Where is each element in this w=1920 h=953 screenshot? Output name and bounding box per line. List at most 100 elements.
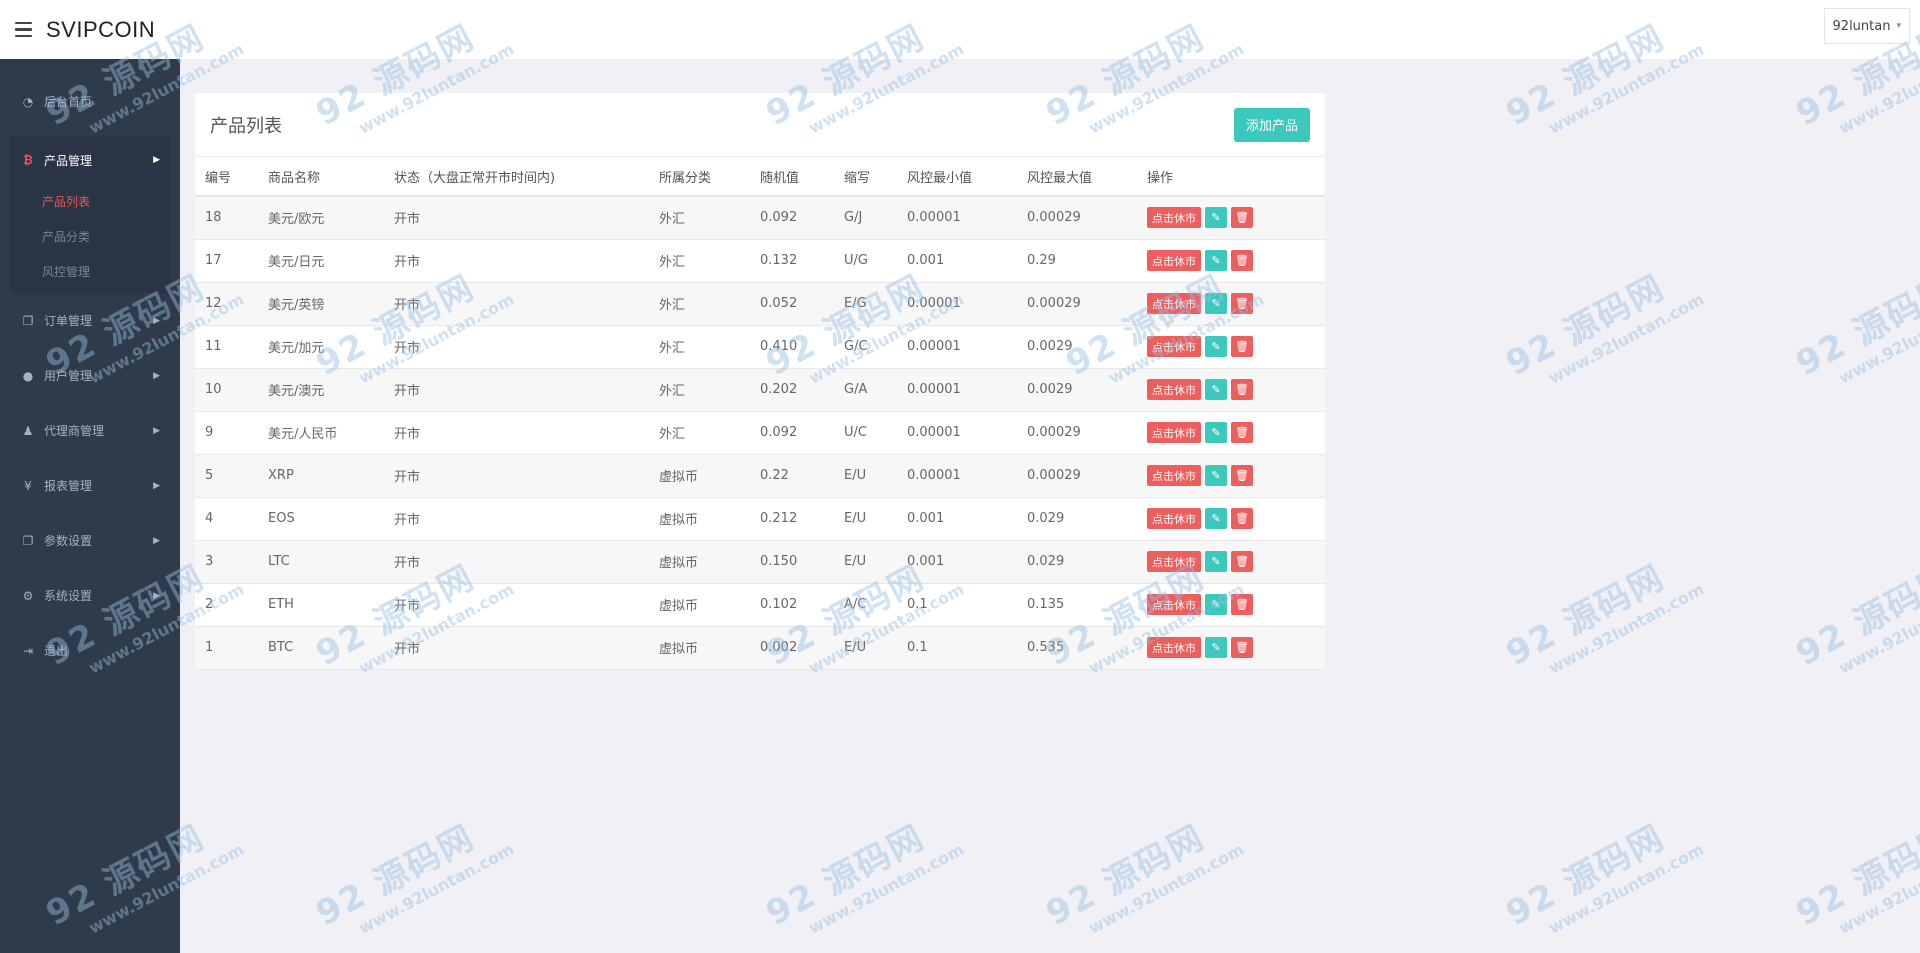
close-market-button[interactable]: 点击休市 xyxy=(1147,207,1201,229)
close-market-button[interactable]: 点击休市 xyxy=(1147,551,1201,572)
column-header: 状态（大盘正常开市时间内) xyxy=(384,157,649,197)
sidebar-item-label: 用户管理 xyxy=(44,369,93,383)
watermark: 92 源码网 www.92luntan.com xyxy=(1786,536,1920,691)
watermark-text: 92 源码网 xyxy=(1789,267,1920,385)
cell-status: 开市 xyxy=(384,325,649,369)
sidebar-item-reports[interactable]: ¥ 报表管理 ▶ xyxy=(0,458,180,513)
delete-button[interactable]: 🗑 xyxy=(1231,508,1253,529)
delete-button[interactable]: 🗑 xyxy=(1231,250,1253,271)
table-row: 1 BTC 开市 虚拟币 0.002 E/U 0.1 0.535 点击休市 ✎ 🗑 xyxy=(195,626,1325,670)
pencil-icon: ✎ xyxy=(1211,427,1221,439)
pencil-icon: ✎ xyxy=(1211,212,1221,225)
sidebar-item-dashboard[interactable]: ◔ 后台首页 xyxy=(0,74,180,129)
delete-button[interactable]: 🗑 xyxy=(1231,465,1253,486)
sidebar-item-system[interactable]: ⚙ 系统设置 ▶ xyxy=(0,568,180,623)
close-market-button[interactable]: 点击休市 xyxy=(1147,422,1201,443)
cell-max: 0.0029 xyxy=(1017,368,1137,412)
edit-button[interactable]: ✎ xyxy=(1205,207,1227,229)
table-row: 17 美元/日元 开市 外汇 0.132 U/G 0.001 0.29 点击休市 ✎ 🗑 xyxy=(195,239,1325,283)
cell-id: 4 xyxy=(195,497,258,541)
sidebar-subitem-product-list[interactable]: 产品列表 xyxy=(10,184,170,219)
edit-button[interactable]: ✎ xyxy=(1205,250,1227,271)
cell-id: 5 xyxy=(195,454,258,498)
table-header-row: 编号 商品名称 状态（大盘正常开市时间内) 所属分类 随机值 缩写 风控最小值 … xyxy=(195,157,1325,197)
cell-random: 0.212 xyxy=(750,497,834,541)
delete-button[interactable]: 🗑 xyxy=(1231,379,1253,400)
yen-icon: ¥ xyxy=(24,478,32,493)
close-market-button[interactable]: 点击休市 xyxy=(1147,336,1201,357)
dashboard-icon: ◔ xyxy=(22,94,34,109)
sidebar-subitem-risk-control[interactable]: 风控管理 xyxy=(10,254,170,289)
watermark-text: 92 源码网 xyxy=(1499,817,1672,935)
edit-button[interactable]: ✎ xyxy=(1205,422,1227,443)
sidebar-item-label: 系统设置 xyxy=(44,589,93,603)
cell-max: 0.535 xyxy=(1017,626,1137,670)
cell-name: ETH xyxy=(258,583,384,627)
close-market-button[interactable]: 点击休市 xyxy=(1147,293,1201,314)
cell-abbr: A/C xyxy=(834,583,897,627)
sidebar-item-orders[interactable]: ❐ 订单管理 ▶ xyxy=(0,293,180,348)
sidebar-item-logout[interactable]: ⇥ 退出 xyxy=(0,623,180,678)
cell-category: 外汇 xyxy=(649,282,750,326)
close-market-button[interactable]: 点击休市 xyxy=(1147,637,1201,658)
add-product-button[interactable]: 添加产品 xyxy=(1233,107,1310,142)
edit-button[interactable]: ✎ xyxy=(1205,336,1227,357)
cell-max: 0.00029 xyxy=(1017,411,1137,455)
sidebar-item-agents[interactable]: ♟ 代理商管理 ▶ xyxy=(0,403,180,458)
user-icon: ● xyxy=(22,368,34,383)
delete-button[interactable]: 🗑 xyxy=(1231,207,1253,229)
chevron-right-icon: ▶ xyxy=(153,425,160,436)
edit-button[interactable]: ✎ xyxy=(1205,465,1227,486)
cell-category: 虚拟币 xyxy=(649,497,750,541)
sign-out-icon: ⇥ xyxy=(22,643,34,658)
product-table: 编号 商品名称 状态（大盘正常开市时间内) 所属分类 随机值 缩写 风控最小值 … xyxy=(195,157,1325,670)
cell-id: 17 xyxy=(195,239,258,283)
delete-button[interactable]: 🗑 xyxy=(1231,293,1253,314)
sidebar-item-params[interactable]: ❐ 参数设置 ▶ xyxy=(0,513,180,568)
cell-id: 9 xyxy=(195,411,258,455)
watermark-url: www.92luntan.com xyxy=(805,839,968,938)
edit-button[interactable]: ✎ xyxy=(1205,379,1227,400)
cell-category: 虚拟币 xyxy=(649,583,750,627)
close-market-button[interactable]: 点击休市 xyxy=(1147,465,1201,486)
table-row: 2 ETH 开市 虚拟币 0.102 A/C 0.1 0.135 点击休市 ✎ 🗑 xyxy=(195,583,1325,627)
chevron-right-icon: ▶ xyxy=(153,315,160,326)
cell-min: 0.00001 xyxy=(897,454,1017,498)
menu-toggle-button[interactable] xyxy=(0,0,46,59)
trash-icon: 🗑 xyxy=(1235,556,1249,568)
delete-button[interactable]: 🗑 xyxy=(1231,551,1253,572)
sidebar-item-products[interactable]: ₿ 产品管理 ▶ xyxy=(10,136,170,184)
cell-random: 0.22 xyxy=(750,454,834,498)
trash-icon: 🗑 xyxy=(1235,470,1249,482)
edit-button[interactable]: ✎ xyxy=(1205,293,1227,314)
edit-button[interactable]: ✎ xyxy=(1205,637,1227,658)
delete-button[interactable]: 🗑 xyxy=(1231,594,1253,615)
sidebar-group-products: ₿ 产品管理 ▶ 产品列表 产品分类 风控管理 xyxy=(10,136,170,293)
delete-button[interactable]: 🗑 xyxy=(1231,637,1253,658)
cell-max: 0.00029 xyxy=(1017,282,1137,326)
edit-button[interactable]: ✎ xyxy=(1205,551,1227,572)
cell-random: 0.150 xyxy=(750,540,834,584)
close-market-button[interactable]: 点击休市 xyxy=(1147,379,1201,400)
edit-button[interactable]: ✎ xyxy=(1205,508,1227,529)
cell-actions: 点击休市 ✎ 🗑 xyxy=(1137,325,1325,369)
close-market-button[interactable]: 点击休市 xyxy=(1147,508,1201,529)
cell-max: 0.29 xyxy=(1017,239,1137,283)
column-header: 操作 xyxy=(1137,157,1325,197)
cell-id: 1 xyxy=(195,626,258,670)
close-market-button[interactable]: 点击休市 xyxy=(1147,250,1201,271)
sidebar-subitem-product-category[interactable]: 产品分类 xyxy=(10,219,170,254)
top-header: SVIPCOIN 92luntan ▾ xyxy=(0,0,1920,59)
delete-button[interactable]: 🗑 xyxy=(1231,336,1253,357)
delete-button[interactable]: 🗑 xyxy=(1231,422,1253,443)
cell-actions: 点击休市 ✎ 🗑 xyxy=(1137,497,1325,541)
watermark: 92 源码网 www.92luntan.com xyxy=(756,796,967,951)
edit-button[interactable]: ✎ xyxy=(1205,594,1227,615)
user-dropdown[interactable]: 92luntan ▾ xyxy=(1823,8,1910,44)
close-market-button[interactable]: 点击休市 xyxy=(1147,594,1201,615)
pencil-icon: ✎ xyxy=(1211,556,1221,568)
cell-random: 0.002 xyxy=(750,626,834,670)
cell-min: 0.001 xyxy=(897,540,1017,584)
table-row: 10 美元/澳元 开市 外汇 0.202 G/A 0.00001 0.0029 点击休市 ✎ 🗑 xyxy=(195,368,1325,412)
sidebar-item-users[interactable]: ● 用户管理 ▶ xyxy=(0,348,180,403)
